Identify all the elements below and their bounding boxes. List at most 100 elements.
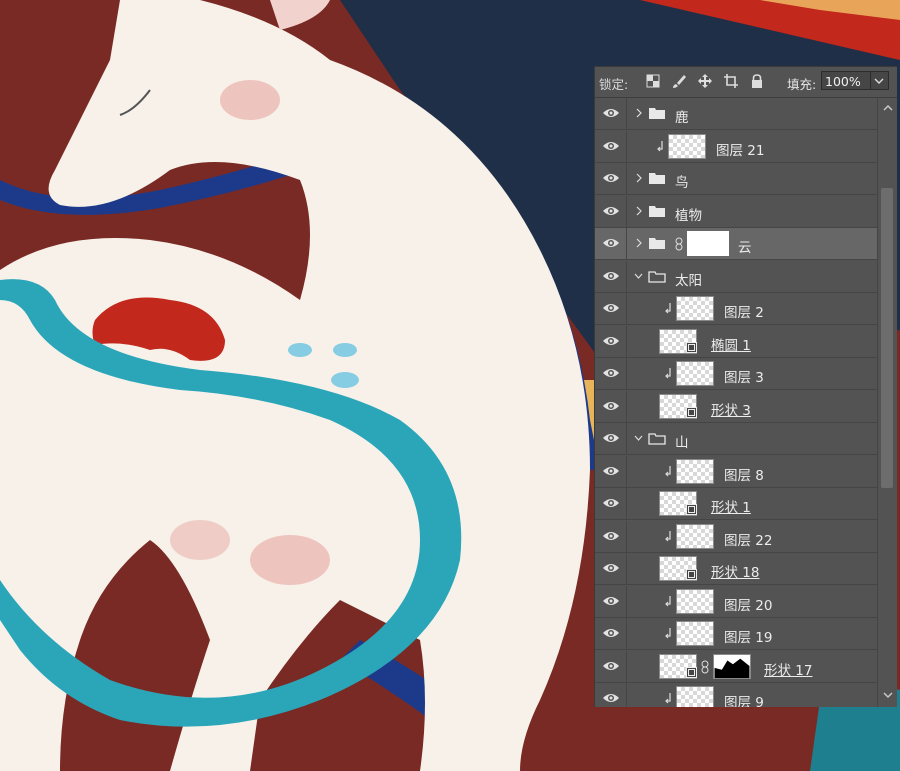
layer-name[interactable]: 山 <box>675 431 689 451</box>
layer-row[interactable]: 图层 9 <box>595 683 877 707</box>
folder-icon <box>649 205 665 217</box>
clipping-arrow-icon <box>665 368 671 379</box>
eye-icon <box>603 499 619 507</box>
layer-name[interactable]: 植物 <box>675 204 702 224</box>
visibility-toggle[interactable] <box>595 488 627 520</box>
layer-thumbnail[interactable] <box>676 588 714 614</box>
layer-name[interactable]: 图层 8 <box>724 464 764 484</box>
layer-row[interactable]: 植物 <box>595 195 877 228</box>
visibility-toggle[interactable] <box>595 553 627 585</box>
lock-all-icon[interactable] <box>749 73 765 89</box>
folder-icon <box>648 433 666 445</box>
visibility-toggle[interactable] <box>595 520 627 553</box>
layer-row[interactable]: 图层 19 <box>595 618 877 650</box>
layer-thumbnail[interactable] <box>676 686 714 707</box>
move-icon[interactable] <box>697 73 713 89</box>
visibility-toggle[interactable] <box>595 130 627 163</box>
visibility-toggle[interactable] <box>595 260 627 293</box>
layer-row[interactable]: 云 <box>595 228 877 260</box>
layer-thumbnail[interactable] <box>676 523 714 549</box>
layer-row[interactable]: 图层 8 <box>595 455 877 488</box>
layer-row[interactable]: 鹿 <box>595 98 877 130</box>
layer-name[interactable]: 图层 21 <box>716 139 764 159</box>
layers-list: 鹿图层 21 鸟植物云太阳图层 2 椭圆 1 图层 3 形状 3 山图层 8 形状 1 图层 … <box>595 98 877 707</box>
clipping-arrow-icon <box>665 693 671 704</box>
layer-name[interactable]: 太阳 <box>675 269 702 289</box>
deer-shade-2 <box>250 535 330 585</box>
scroll-thumb[interactable] <box>881 188 893 488</box>
layer-row[interactable]: 形状 17 <box>595 650 877 683</box>
link-icon[interactable] <box>675 237 683 251</box>
chevron-right-icon[interactable] <box>634 173 643 183</box>
layer-row[interactable]: 山 <box>595 423 877 455</box>
visibility-toggle[interactable] <box>595 293 627 325</box>
chevron-right-icon[interactable] <box>634 206 643 216</box>
visibility-toggle[interactable] <box>595 455 627 488</box>
layer-row[interactable]: 图层 3 <box>595 358 877 390</box>
layer-row[interactable]: 形状 1 <box>595 488 877 520</box>
layer-row[interactable]: 太阳 <box>595 260 877 293</box>
artboard-icon[interactable] <box>723 73 739 89</box>
eye-icon <box>603 271 619 280</box>
layer-name[interactable]: 云 <box>738 236 752 256</box>
layer-row[interactable]: 形状 18 <box>595 553 877 585</box>
layer-name[interactable]: 图层 20 <box>724 594 772 614</box>
visibility-toggle[interactable] <box>595 683 627 707</box>
layer-row[interactable]: 椭圆 1 <box>595 325 877 358</box>
chevron-down-icon[interactable] <box>634 271 643 281</box>
visibility-toggle[interactable] <box>595 618 627 650</box>
layer-name[interactable]: 形状 17 <box>764 659 812 679</box>
layer-row[interactable]: 图层 20 <box>595 585 877 618</box>
visibility-toggle[interactable] <box>595 390 627 423</box>
layer-row[interactable]: 图层 21 <box>595 130 877 163</box>
layer-name[interactable]: 图层 2 <box>724 301 764 321</box>
chevron-right-icon[interactable] <box>634 238 643 248</box>
eye-icon <box>603 531 619 540</box>
layer-row[interactable]: 形状 3 <box>595 390 877 423</box>
layer-row[interactable]: 图层 2 <box>595 293 877 325</box>
vector-shape-icon <box>686 569 697 580</box>
visibility-toggle[interactable] <box>595 98 627 130</box>
layer-thumbnail[interactable] <box>676 621 714 646</box>
fill-dropdown-button[interactable] <box>871 71 889 90</box>
layer-name[interactable]: 形状 1 <box>711 496 751 516</box>
mask-thumbnail[interactable] <box>687 231 729 256</box>
layers-scrollbar[interactable] <box>877 98 897 707</box>
layer-name[interactable]: 形状 18 <box>711 561 759 581</box>
layer-row[interactable]: 图层 22 <box>595 520 877 553</box>
scroll-down-icon[interactable] <box>883 691 893 699</box>
layer-thumbnail[interactable] <box>668 133 706 159</box>
fill-opacity-input[interactable]: 100% <box>821 71 871 90</box>
lock-transparent-pixels-icon[interactable] <box>645 73 661 89</box>
eye-icon <box>603 141 619 150</box>
visibility-toggle[interactable] <box>595 325 627 358</box>
visibility-toggle[interactable] <box>595 423 627 455</box>
visibility-toggle[interactable] <box>595 228 627 260</box>
layer-name[interactable]: 图层 19 <box>724 626 772 646</box>
visibility-toggle[interactable] <box>595 163 627 195</box>
layer-thumbnail[interactable] <box>676 361 714 386</box>
layer-thumbnail[interactable] <box>676 296 714 321</box>
layer-name[interactable]: 形状 3 <box>711 399 751 419</box>
visibility-toggle[interactable] <box>595 358 627 390</box>
link-icon[interactable] <box>701 660 709 674</box>
layer-name[interactable]: 图层 9 <box>724 691 764 707</box>
mask-thumbnail[interactable] <box>713 653 751 679</box>
vector-shape-icon <box>686 341 697 353</box>
layer-name[interactable]: 鸟 <box>675 171 689 191</box>
layer-thumbnail[interactable] <box>676 458 714 484</box>
layer-name[interactable]: 鹿 <box>675 106 689 126</box>
layer-name[interactable]: 椭圆 1 <box>711 334 751 354</box>
layer-name[interactable]: 图层 3 <box>724 366 764 386</box>
visibility-toggle[interactable] <box>595 650 627 683</box>
layer-name[interactable]: 图层 22 <box>724 529 772 549</box>
chevron-down-icon[interactable] <box>634 433 643 443</box>
eye-icon <box>603 109 619 117</box>
visibility-toggle[interactable] <box>595 195 627 228</box>
visibility-toggle[interactable] <box>595 585 627 618</box>
brush-icon[interactable] <box>671 73 687 89</box>
folder-icon <box>649 108 665 119</box>
layer-row[interactable]: 鸟 <box>595 163 877 195</box>
scroll-up-icon[interactable] <box>883 104 893 112</box>
chevron-right-icon[interactable] <box>634 108 643 118</box>
